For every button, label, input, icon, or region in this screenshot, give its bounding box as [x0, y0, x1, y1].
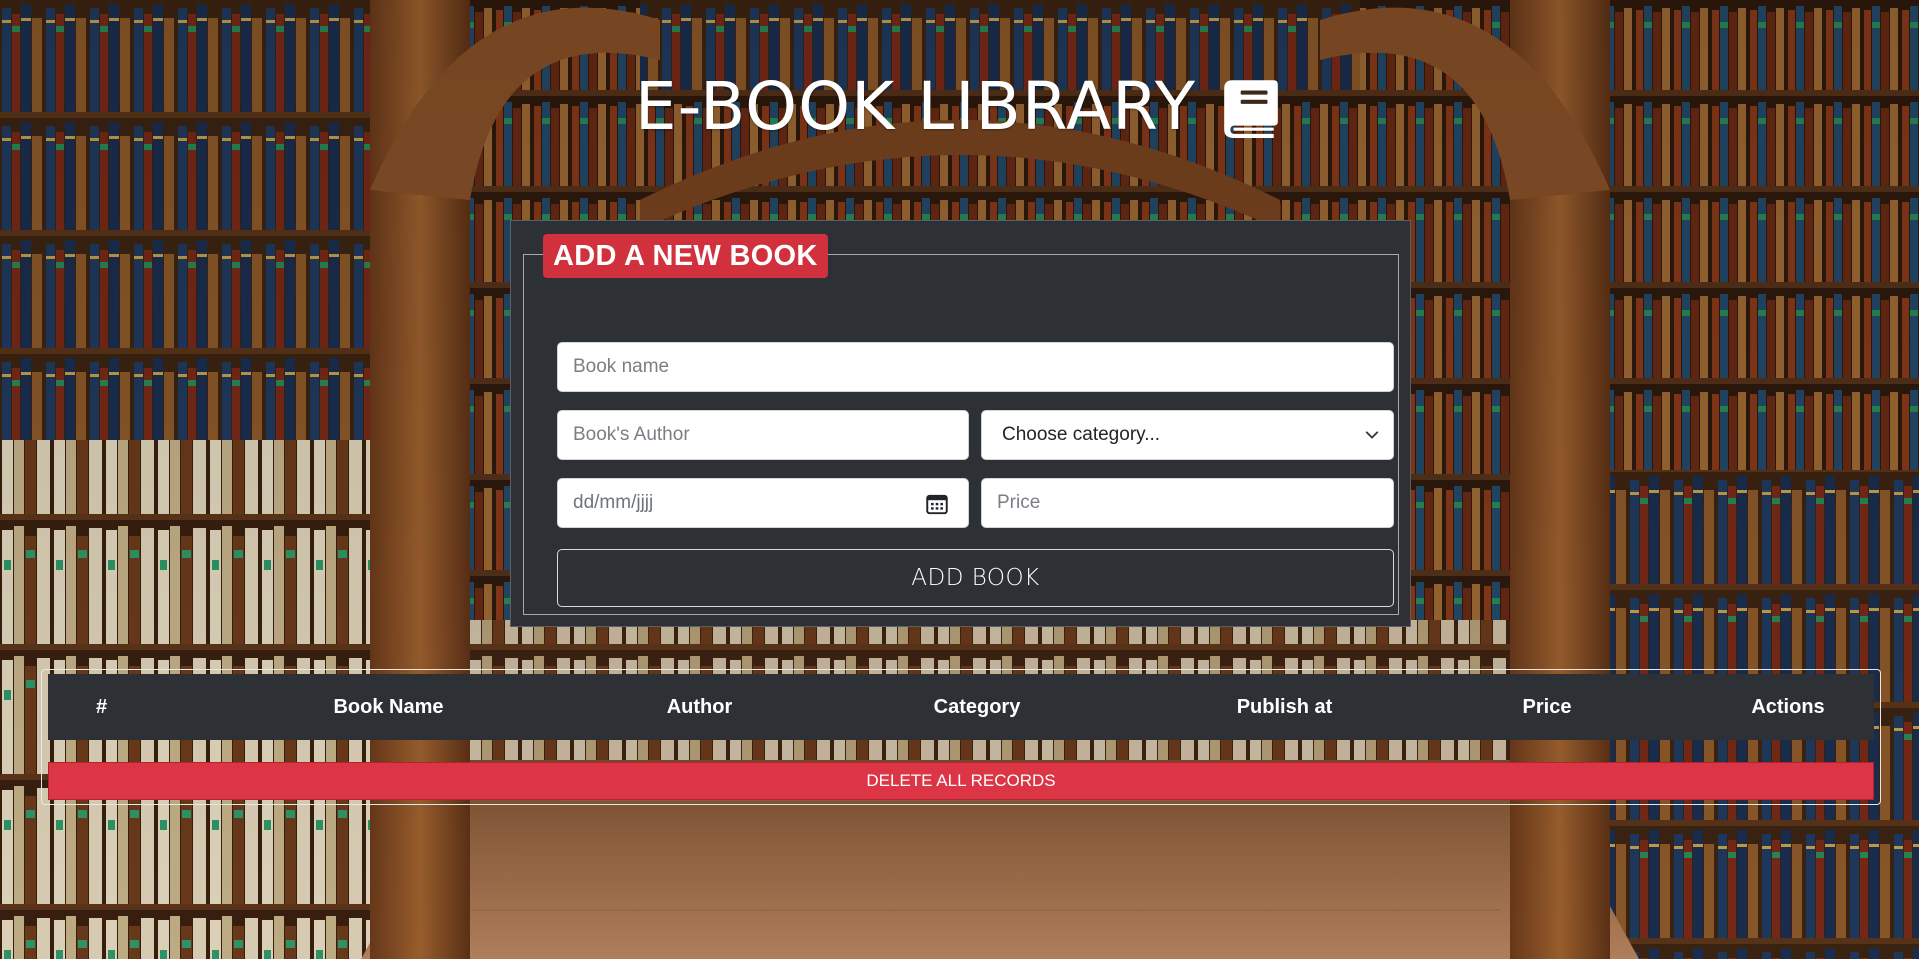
- column-header-category: Category: [933, 696, 1021, 718]
- column-header-publish-at: Publish at: [1236, 696, 1333, 718]
- table-header-row: # Book Name Author Category Publish at P…: [48, 674, 1874, 740]
- column-header-author: Author: [666, 696, 733, 718]
- book-author-input[interactable]: Book's Author: [557, 410, 969, 460]
- category-select-value: Choose category...: [1002, 424, 1161, 445]
- column-header-price: Price: [1522, 696, 1572, 718]
- column-header-book-name: Book Name: [333, 696, 444, 718]
- chevron-down-icon: [1365, 431, 1379, 439]
- book-author-placeholder: Book's Author: [573, 424, 690, 445]
- page-title: E-BOOK LIBRARY: [635, 68, 1284, 145]
- category-select[interactable]: Choose category...: [981, 410, 1394, 460]
- book-icon: [1224, 79, 1278, 138]
- price-input[interactable]: Price: [981, 478, 1394, 528]
- books-table: # Book Name Author Category Publish at P…: [41, 669, 1881, 805]
- calendar-icon[interactable]: [924, 491, 950, 517]
- publish-date-placeholder: dd/mm/jjjj: [573, 492, 654, 513]
- price-placeholder: Price: [997, 492, 1041, 513]
- app-header: E-BOOK LIBRARY: [0, 68, 1919, 145]
- publish-date-input[interactable]: dd/mm/jjjj: [557, 478, 969, 528]
- page-title-text: E-BOOK LIBRARY: [634, 68, 1197, 145]
- add-book-button[interactable]: ADD BOOK: [557, 549, 1394, 607]
- column-header-actions: Actions: [1751, 696, 1825, 718]
- add-book-form-card: Book name Book's Author Choose category.…: [510, 220, 1411, 627]
- add-book-fieldset: Book name Book's Author Choose category.…: [523, 254, 1399, 615]
- book-name-placeholder: Book name: [573, 356, 670, 377]
- delete-all-records-button[interactable]: DELETE ALL RECORDS: [48, 762, 1874, 800]
- form-legend: ADD A NEW BOOK: [543, 234, 828, 278]
- book-name-input[interactable]: Book name: [557, 342, 1394, 392]
- column-header-index: #: [95, 696, 108, 718]
- page: E-BOOK LIBRARY Book name Book's Author C…: [0, 0, 1919, 961]
